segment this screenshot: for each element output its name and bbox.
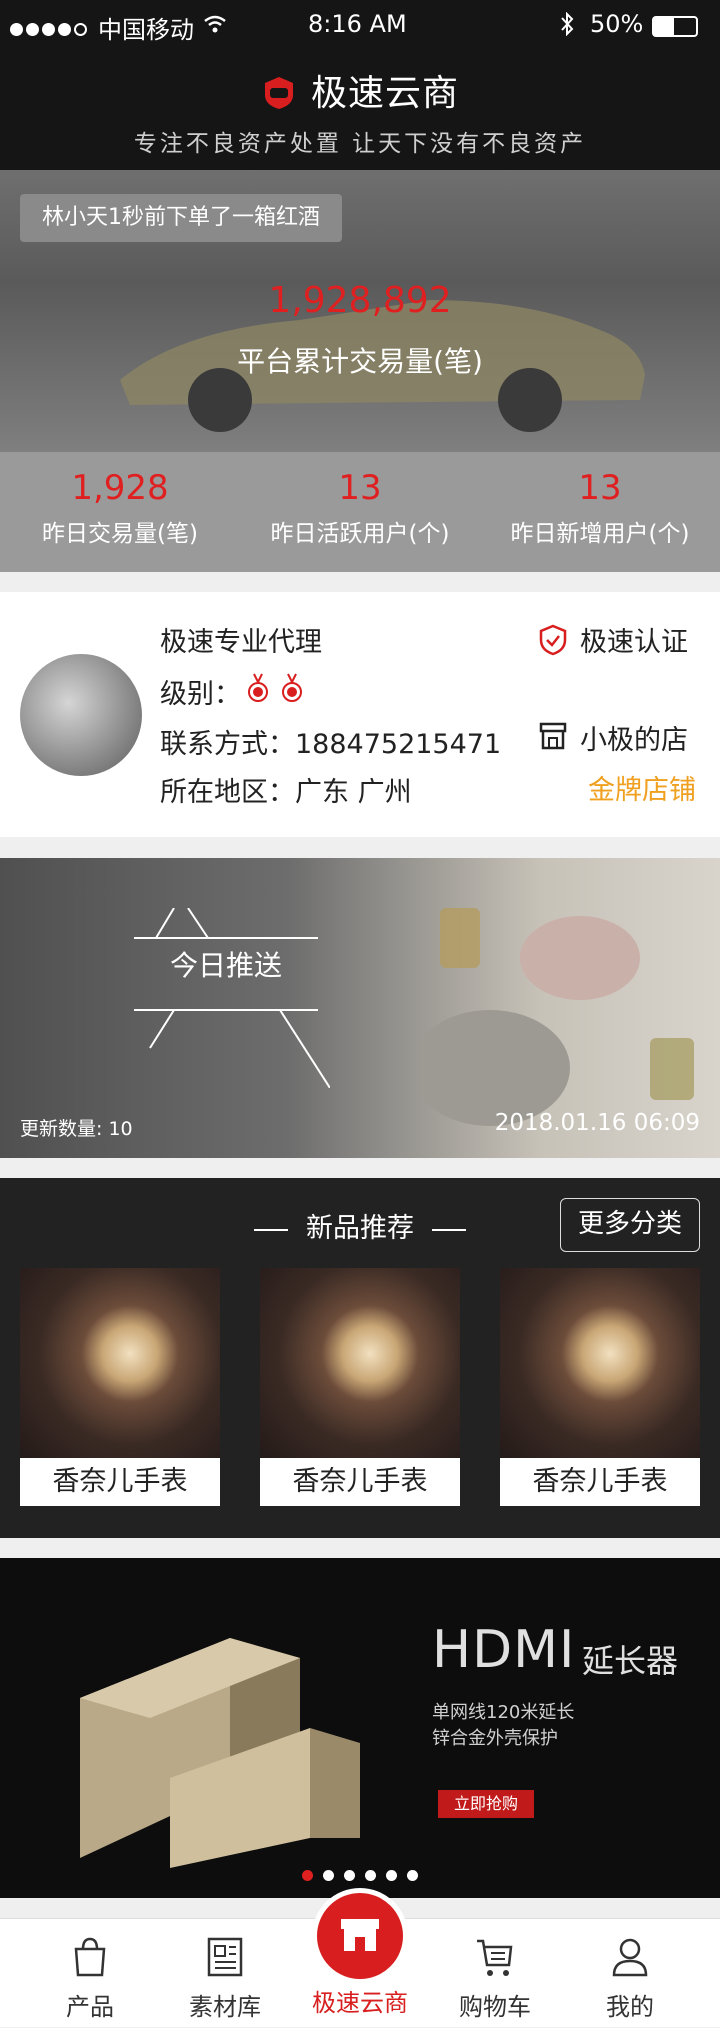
banner-title-suffix: 延长器 — [582, 1642, 679, 1680]
update-count: 更新数量: 10 — [20, 1118, 133, 1140]
product-card[interactable]: 香奈儿手表 — [20, 1268, 220, 1506]
banner-title: HDMI — [432, 1620, 576, 1680]
app-subtitle: 专注不良资产处置 让天下没有不良资产 — [133, 131, 587, 157]
carousel-dot[interactable] — [365, 1870, 376, 1881]
newspaper-icon — [207, 1937, 243, 1977]
product-name: 香奈儿手表 — [532, 1466, 668, 1497]
carousel-dot[interactable] — [323, 1870, 334, 1881]
level-label: 级别： — [160, 679, 241, 710]
tab-label: 素材库 — [189, 1993, 261, 2021]
tab-label: 购物车 — [459, 1993, 531, 2021]
region-info: 所在地区：广东 广州 — [160, 777, 412, 808]
daily-push-banner[interactable]: 今日推送 更新数量: 10 2018.01.16 06:09 — [0, 858, 720, 1158]
stat-value: 13 — [338, 468, 382, 508]
hero-banner: 林小天1秒前下单了一箱红酒 1,928,892 平台累计交易量(笔) — [0, 170, 720, 452]
agent-profile-card[interactable]: 极速专业代理 级别： 联系方式：18847521547​1 所在地区：广东 广州… — [0, 592, 720, 837]
section-title-text: 新品推荐 — [306, 1213, 414, 1244]
tab-products[interactable]: 产品 — [18, 1919, 162, 2028]
store-tab-button[interactable] — [312, 1888, 408, 1984]
app-header: 中国移动 8:16 AM 50% 极速云商 专注不良资产处置 让天下没有不良资产 — [0, 0, 720, 170]
certification-label[interactable]: 极速认证 — [580, 620, 688, 659]
stat-new-users: 13 昨日新增用户(个) — [480, 452, 720, 548]
push-label: 今日推送 — [169, 949, 282, 982]
cart-icon — [477, 1939, 513, 1976]
stat-label: 昨日活跃用户(个) — [270, 521, 450, 547]
wifi-icon — [204, 15, 226, 33]
carousel-indicators[interactable] — [0, 1866, 720, 1885]
tab-cart[interactable]: 购物车 — [423, 1919, 567, 2028]
battery-icon — [652, 16, 698, 37]
promo-carousel[interactable]: HDMI 延长器 单网线120米延长 锌合金外壳保护 立即抢购 — [0, 1558, 720, 1898]
store-icon — [341, 1919, 379, 1951]
product-card[interactable]: 香奈儿手表 — [500, 1268, 700, 1506]
product-name: 香奈儿手表 — [52, 1466, 188, 1497]
shop-tier-badge: 金牌店铺 — [588, 775, 696, 806]
bag-icon — [74, 1937, 106, 1977]
buy-now-button[interactable]: 立即抢购 — [438, 1790, 534, 1818]
stat-label: 昨日新增用户(个) — [510, 521, 690, 547]
push-date: 2018.01.16 06:09 — [494, 1110, 700, 1136]
signal-icon — [10, 14, 90, 42]
total-trades-label: 平台累计交易量(笔) — [237, 345, 483, 378]
carousel-dot[interactable] — [386, 1870, 397, 1881]
bluetooth-icon — [561, 12, 574, 36]
clock: 8:16 AM — [308, 10, 407, 38]
push-frame-decoration — [134, 908, 330, 1088]
agent-name: 极速专业代理 — [160, 627, 322, 658]
contact-info: 联系方式：18847521547​1 — [160, 729, 502, 760]
product-image — [20, 1268, 220, 1458]
order-ticker: 林小天1秒前下单了一箱红酒 — [20, 194, 342, 242]
avatar[interactable] — [20, 654, 142, 776]
tab-me[interactable]: 我的 — [558, 1919, 702, 2028]
banner-line-2: 锌合金外壳保护 — [432, 1728, 558, 1749]
more-categories-button[interactable]: 更多分类 — [560, 1198, 700, 1252]
new-products-section: 新品推荐 更多分类 香奈儿手表 香奈儿手表 香奈儿手表 — [0, 1178, 720, 1538]
hdmi-extender-image — [80, 1638, 360, 1868]
tab-label: 我的 — [606, 1993, 654, 2021]
carrier: 中国移动 — [98, 16, 194, 44]
stat-value: 1,928 — [71, 468, 169, 508]
banner-line-1: 单网线120米延长 — [432, 1702, 575, 1723]
stat-label: 昨日交易量(笔) — [42, 521, 198, 547]
stat-yesterday-trades: 1,928 昨日交易量(笔) — [0, 452, 240, 548]
tab-materials[interactable]: 素材库 — [153, 1919, 297, 2028]
battery-percent: 50% — [590, 10, 644, 38]
total-trades-value: 1,928,892 — [268, 280, 452, 321]
product-image — [260, 1268, 460, 1458]
product-image — [500, 1268, 700, 1458]
product-card[interactable]: 香奈儿手表 — [260, 1268, 460, 1506]
stat-value: 13 — [578, 468, 622, 508]
product-name: 香奈儿手表 — [292, 1466, 428, 1497]
tab-label: 极速云商 — [312, 1989, 408, 2017]
stats-bar: 1,928 昨日交易量(笔) 13 昨日活跃用户(个) 13 昨日新增用户(个) — [0, 452, 720, 572]
carousel-dot-active[interactable] — [302, 1870, 313, 1881]
app-title: 极速云商 — [0, 64, 720, 116]
stat-active-users: 13 昨日活跃用户(个) — [240, 452, 480, 548]
logo-icon — [264, 77, 293, 109]
shop-name[interactable]: 小极的店 — [580, 718, 688, 757]
carousel-dot[interactable] — [344, 1870, 355, 1881]
carousel-dot[interactable] — [407, 1870, 418, 1881]
user-icon — [612, 1938, 648, 1977]
tab-label: 产品 — [66, 1993, 114, 2021]
medal-icon — [248, 673, 302, 702]
shield-check-icon — [539, 624, 567, 656]
app-title-text: 极速云商 — [310, 73, 459, 114]
cosmetics-image — [420, 908, 694, 1126]
shop-icon — [539, 722, 567, 750]
